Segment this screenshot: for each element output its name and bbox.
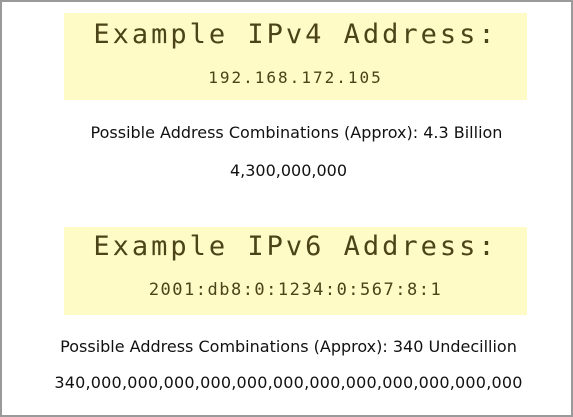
ipv4-combinations-label: Possible Address Combinations (Approx): … (90, 123, 503, 142)
ipv6-address: 2001:db8:0:1234:0:567:8:1 (148, 280, 443, 300)
ipv4-combinations-number: 4,300,000,000 (229, 161, 348, 180)
ipv4-address: 192.168.172.105 (208, 68, 383, 87)
ipv6-example-panel: Example IPv6 Address: 2001:db8:0:1234:0:… (64, 227, 527, 315)
ipv4-heading: Example IPv4 Address: (93, 19, 498, 50)
ipv6-combinations-label: Possible Address Combinations (Approx): … (60, 337, 517, 356)
figure-frame: Example IPv4 Address: 192.168.172.105 Po… (0, 0, 573, 417)
ipv6-heading: Example IPv6 Address: (93, 231, 498, 262)
ipv6-combinations-number: 340,000,000,000,000,000,000,000,000,000,… (54, 373, 523, 392)
ipv4-example-panel: Example IPv4 Address: 192.168.172.105 (64, 13, 527, 100)
